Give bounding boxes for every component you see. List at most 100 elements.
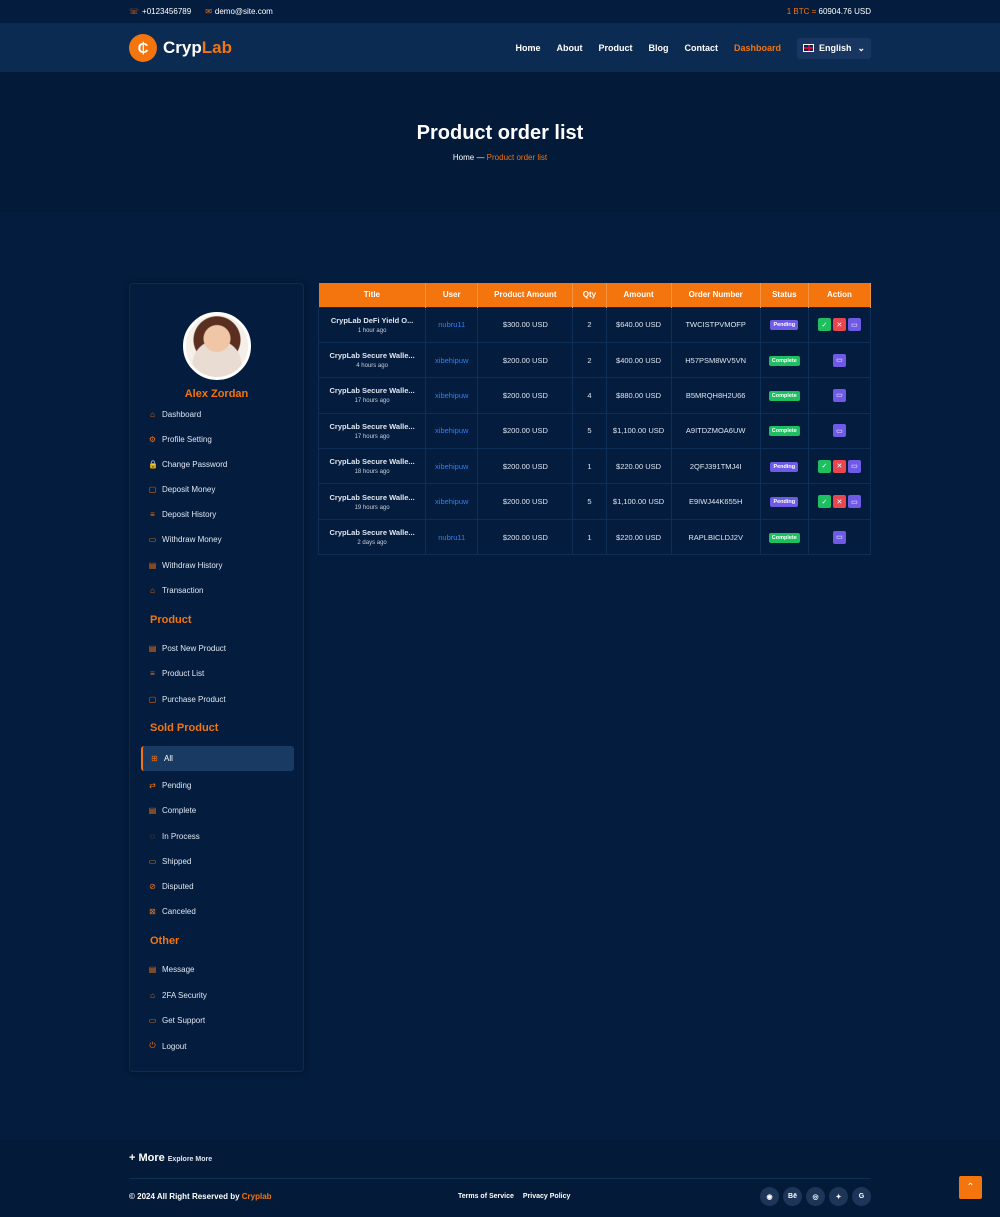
close-icon: ✕ (836, 498, 843, 506)
sidebar-item-purchase-product[interactable]: ▢ Purchase Product (148, 695, 226, 704)
cell-product-amount: $200.00 USD (477, 377, 574, 414)
sidebar-item-2fa-security[interactable]: ⌂ 2FA Security (148, 991, 207, 1000)
phone-icon: ☏ (129, 7, 140, 16)
product-title[interactable]: CrypLab Secure Walle... (319, 351, 425, 360)
product-title[interactable]: CrypLab Secure Walle... (319, 493, 425, 502)
table-row: CrypLab Secure Walle... 2 days ago nubru11… (317, 518, 872, 556)
sidebar-item-disputed[interactable]: ⊘ Disputed (148, 882, 193, 891)
view-button[interactable]: ▭ (832, 388, 846, 402)
scroll-top-button[interactable]: ⌃ (959, 1176, 982, 1199)
dribbble-icon[interactable]: ◉ (760, 1187, 779, 1206)
view-button[interactable]: ▭ (847, 318, 861, 332)
post-new-product-icon: ▤ (148, 644, 157, 653)
product-title[interactable]: CrypLab Secure Walle... (319, 386, 425, 395)
sidebar-item-label: Deposit Money (162, 485, 216, 494)
chevron-up-icon: ⌃ (966, 1182, 975, 1193)
cell-action: ▭ (807, 518, 872, 556)
sidebar-item-shipped[interactable]: ▭ Shipped (148, 857, 192, 866)
action-group: ✓ ✕ ▭ (809, 495, 870, 509)
behance-icon[interactable]: Bē (783, 1187, 802, 1206)
action-group: ✓ ✕ ▭ (809, 318, 870, 332)
brand-link[interactable]: Cryplab (242, 1192, 272, 1201)
view-button[interactable]: ▭ (832, 424, 846, 438)
nav-home[interactable]: Home (515, 43, 540, 53)
user-link[interactable]: nubru11 (438, 320, 465, 329)
product-title[interactable]: CrypLab DeFi Yield O... (319, 316, 425, 325)
approve-button[interactable]: ✓ (817, 318, 831, 332)
view-button[interactable]: ▭ (847, 459, 861, 473)
sidebar-item-deposit-money[interactable]: ▢ Deposit Money (148, 485, 216, 494)
user-link[interactable]: xibehipuw (435, 391, 468, 400)
product-title[interactable]: CrypLab Secure Walle... (319, 457, 425, 466)
nav-contact[interactable]: Contact (684, 43, 718, 53)
sidebar-item-complete[interactable]: ▤ Complete (148, 806, 197, 815)
sidebar-item-logout[interactable]: ⏻ Logout (148, 1041, 186, 1051)
sidebar-item-transaction[interactable]: ⌂ Transaction (148, 586, 203, 595)
email-contact[interactable]: ✉ demo@site.com (205, 7, 273, 16)
table-row: CrypLab Secure Walle... 4 hours ago xibehi… (317, 341, 872, 379)
sidebar-item-withdraw-history[interactable]: ▤ Withdraw History (148, 561, 223, 570)
sidebar-item-withdraw-money[interactable]: ▭ Withdraw Money (148, 535, 222, 544)
language-select[interactable]: English ⌄ (797, 37, 871, 59)
site-logo[interactable]: ₵ CrypLab (129, 34, 232, 62)
sidebar-item-pending[interactable]: ⇄ Pending (148, 781, 191, 790)
cell-title: CrypLab Secure Walle... 19 hours ago (317, 483, 427, 520)
reject-button[interactable]: ✕ (832, 318, 846, 332)
view-button[interactable]: ▭ (832, 530, 846, 544)
time-ago: 19 hours ago (354, 504, 390, 511)
phone-contact[interactable]: ☏ +0123456789 (129, 7, 191, 16)
action-group: ▭ (809, 388, 870, 402)
sidebar-item-profile-setting[interactable]: ⚙ Profile Setting (148, 435, 212, 444)
reject-button[interactable]: ✕ (832, 459, 846, 473)
view-button[interactable]: ▭ (847, 495, 861, 509)
user-link[interactable]: xibehipuw (435, 356, 468, 365)
approve-button[interactable]: ✓ (817, 495, 831, 509)
reject-button[interactable]: ✕ (832, 495, 846, 509)
monitor-icon: ▭ (851, 321, 858, 329)
sidebar-item-canceled[interactable]: ⊠ Canceled (148, 907, 196, 916)
sidebar-item-in-process[interactable]: ◌ In Process (148, 832, 200, 841)
product-title[interactable]: CrypLab Secure Walle... (319, 528, 425, 537)
action-group: ▭ (809, 530, 870, 544)
breadcrumb-home[interactable]: Home (453, 153, 474, 162)
terms-link[interactable]: Terms of Service (458, 1193, 514, 1200)
privacy-link[interactable]: Privacy Policy (523, 1193, 570, 1200)
cell-user: nubru11 (425, 306, 479, 343)
user-link[interactable]: xibehipuw (435, 462, 468, 471)
explore-more-link[interactable]: + More Explore More (129, 1152, 212, 1164)
sidebar-item-all[interactable]: ⊞ All (141, 746, 294, 771)
nav-about[interactable]: About (556, 43, 582, 53)
cell-user: xibehipuw (425, 448, 479, 485)
product-title[interactable]: CrypLab Secure Walle... (319, 422, 425, 431)
cell-title: CrypLab Secure Walle... 2 days ago (317, 518, 427, 556)
cell-qty: 1 (572, 518, 607, 556)
instagram-icon[interactable]: ◎ (806, 1187, 825, 1206)
google-icon[interactable]: G (852, 1187, 871, 1206)
cell-status: Complete (759, 412, 809, 450)
pending-icon: ⇄ (149, 781, 156, 790)
nav-product[interactable]: Product (598, 43, 632, 53)
sidebar-item-dashboard[interactable]: ⌂ Dashboard (148, 410, 201, 419)
user-link[interactable]: xibehipuw (435, 426, 468, 435)
status-badge: Complete (768, 532, 800, 543)
user-link[interactable]: xibehipuw (435, 497, 468, 506)
sidebar-item-product-list[interactable]: ≡ Product List (148, 669, 204, 678)
sidebar-item-message[interactable]: ▤ Message (148, 965, 195, 974)
nav-blog[interactable]: Blog (648, 43, 668, 53)
nav-dashboard[interactable]: Dashboard (734, 43, 781, 53)
approve-button[interactable]: ✓ (817, 459, 831, 473)
sidebar-item-label: Complete (162, 806, 197, 815)
sidebar-item-change-password[interactable]: 🔒 Change Password (148, 460, 227, 469)
status-badge: Complete (768, 355, 800, 366)
user-link[interactable]: nubru11 (438, 533, 465, 542)
cell-action: ✓ ✕ ▭ (807, 483, 872, 520)
sidebar-item-get-support[interactable]: ▭ Get Support (148, 1016, 205, 1025)
monitor-icon: ▭ (836, 534, 843, 542)
sidebar-item-deposit-history[interactable]: ≡ Deposit History (148, 510, 216, 519)
view-button[interactable]: ▭ (832, 353, 846, 367)
change-password-icon: 🔒 (148, 460, 158, 469)
twitter-icon[interactable]: ✦ (829, 1187, 848, 1206)
cell-status: Pending (759, 448, 809, 485)
sidebar-item-post-new-product[interactable]: ▤ Post New Product (148, 644, 226, 653)
monitor-icon: ▭ (851, 463, 858, 471)
